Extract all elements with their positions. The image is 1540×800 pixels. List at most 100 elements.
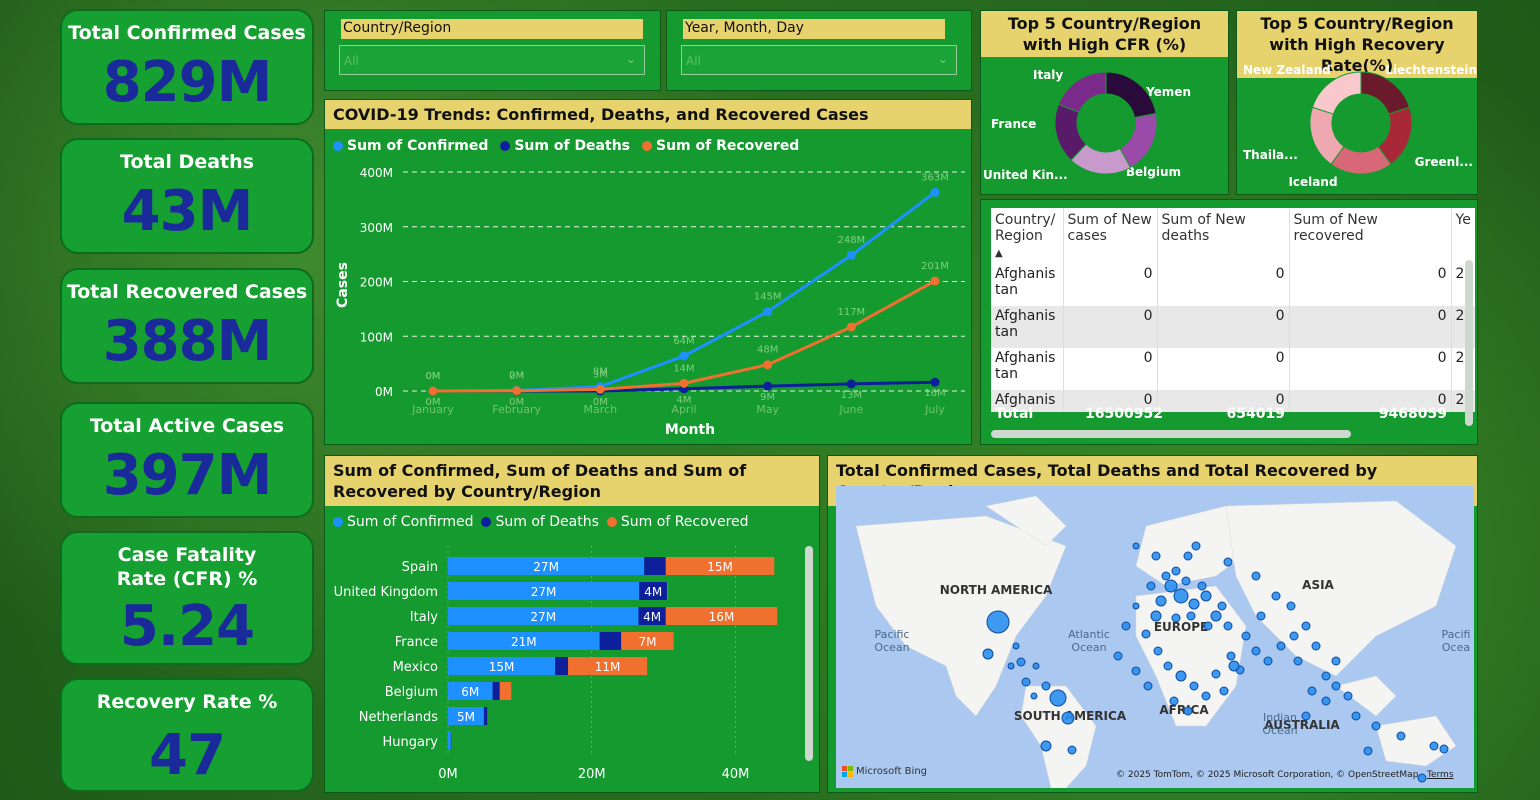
table-h-scrollbar[interactable]: [991, 430, 1351, 438]
kpi-label: Case Fatality Rate (CFR) %: [116, 544, 258, 590]
cell-new-recovered: 0: [1289, 306, 1452, 348]
map-bubble: [1141, 629, 1151, 639]
donut-recovery-svg[interactable]: Liechtenstein Greenl... Iceland Thaila... Ne…: [1237, 11, 1479, 196]
map-bubble: [1301, 711, 1311, 721]
data-label: 15M: [489, 660, 515, 674]
data-label: 0M: [426, 371, 441, 382]
data-point: [763, 307, 773, 317]
col-header-new-deaths[interactable]: Sum of New deaths: [1157, 208, 1290, 264]
data-label: 27M: [530, 610, 556, 624]
map-bubble: [1256, 611, 1266, 621]
cell-country: Afghanis tan: [991, 306, 1064, 348]
data-label: 14M: [673, 363, 694, 374]
x-tick-label: 0M: [438, 767, 458, 782]
data-point: [428, 386, 438, 396]
data-point: [679, 378, 689, 388]
cell-new-cases: 0: [1063, 264, 1158, 306]
table-v-scrollbar[interactable]: [1465, 260, 1473, 426]
map-bubble: [1226, 651, 1236, 661]
map-bubble: [1143, 681, 1153, 691]
map-bubble: [1163, 661, 1173, 671]
map-bubble: [1030, 692, 1038, 700]
kpi-value: 47: [149, 723, 226, 788]
col-header-year[interactable]: Ye: [1451, 208, 1475, 264]
data-table[interactable]: Country/ Region ▲ Sum of New cases Sum of…: [991, 208, 1475, 412]
bar-segment: [483, 707, 488, 725]
map-label: Ocean: [1071, 641, 1106, 654]
map-bubble: [1132, 602, 1140, 610]
total-new-recovered: 9468059: [1378, 406, 1447, 422]
cell-new-recovered: 0: [1289, 264, 1452, 306]
category-label: France: [395, 635, 438, 650]
bar-segment: [487, 707, 489, 725]
map-bubble: [1188, 598, 1200, 610]
terms-link[interactable]: Terms: [1427, 770, 1454, 780]
data-point: [512, 386, 522, 396]
col-header-country[interactable]: Country/ Region ▲: [991, 208, 1064, 264]
map-bubble: [1161, 571, 1171, 581]
data-label: 3M: [593, 369, 608, 380]
map-bubble: [1331, 681, 1341, 691]
map-bubble: [1223, 557, 1233, 567]
slice-label: France: [991, 117, 1036, 131]
bar-segment: [644, 557, 666, 575]
bar-scrollbar[interactable]: [805, 546, 813, 761]
x-tick-label: July: [924, 403, 945, 416]
donut-slice: [1057, 71, 1107, 113]
kpi-label: Total Recovered Cases: [66, 281, 308, 303]
data-label: 13M: [841, 390, 862, 401]
map-label: EUROPE: [1154, 620, 1208, 634]
map-bubble: [1171, 566, 1181, 576]
bar-chart-svg[interactable]: 0M 20M 40M Spain 27M 15M United Kingdom 27M 4M It…: [325, 456, 821, 794]
donut-cfr-svg[interactable]: Yemen Belgium United Kin... France Italy: [981, 11, 1230, 196]
map-bubble: [1228, 660, 1240, 672]
cell-country: Afghanis tan: [991, 264, 1064, 306]
data-point: [846, 322, 856, 332]
kpi-total-deaths: Total Deaths 43M: [60, 138, 314, 254]
total-new-deaths: 654019: [1226, 406, 1285, 422]
cell-new-deaths: 0: [1157, 348, 1290, 390]
data-label: 0M: [426, 397, 441, 408]
map-bubble: [1151, 551, 1161, 561]
data-label: 0M: [593, 397, 608, 408]
x-axis-title: Month: [665, 422, 715, 438]
data-label: 5M: [457, 710, 475, 724]
table-row[interactable]: Afghanis tan 0 0 0 2: [991, 306, 1475, 348]
cell-new-recovered: 0: [1289, 348, 1452, 390]
line-chart-svg[interactable]: 0M100M200M300M400MJanuary February March Ap…: [325, 100, 973, 446]
x-tick-label: May: [756, 403, 779, 416]
kpi-total-confirmed: Total Confirmed Cases 829M: [60, 9, 314, 125]
world-map[interactable]: NORTH AMERICAEUROPEASIAAFRICASOUTH AMERI…: [836, 486, 1474, 788]
data-label: 9M: [760, 392, 775, 403]
table-row[interactable]: Afghanis tan 0 0 0 2: [991, 264, 1475, 306]
map-label: Ocean: [1262, 724, 1297, 737]
country-dropdown[interactable]: All ⌄: [339, 45, 645, 75]
kpi-value: 5.24: [119, 594, 255, 659]
col-header-new-recovered[interactable]: Sum of New recovered: [1289, 208, 1452, 264]
slice-label: Liechtenstein: [1385, 63, 1477, 77]
col-header-new-cases[interactable]: Sum of New cases: [1063, 208, 1158, 264]
kpi-label: Total Active Cases: [89, 415, 285, 437]
map-svg[interactable]: NORTH AMERICAEUROPEASIAAFRICASOUTH AMERI…: [836, 486, 1474, 788]
map-bubble: [1171, 613, 1181, 623]
data-point: [679, 351, 689, 361]
kpi-value: 388M: [102, 309, 273, 374]
date-dropdown[interactable]: All ⌄: [681, 45, 957, 75]
map-bubble: [1251, 646, 1261, 656]
slice-label: Italy: [1033, 68, 1063, 82]
map-bubble: [1021, 677, 1031, 687]
data-point: [763, 381, 773, 391]
x-tick-label: 20M: [578, 767, 606, 782]
map-bubble: [1175, 670, 1187, 682]
y-tick-label: 300M: [360, 221, 393, 235]
donut-cfr-panel: Top 5 Country/Region with High CFR (%) Y…: [980, 10, 1229, 195]
table-row[interactable]: Afghanis tan 0 0 0 2: [991, 348, 1475, 390]
slicer-country: Country/Region All ⌄: [324, 10, 661, 91]
microsoft-logo-icon: [842, 766, 853, 777]
cell-new-cases: 0: [1063, 306, 1158, 348]
category-label: United Kingdom: [334, 585, 438, 600]
map-bubble: [982, 648, 994, 660]
map-bubble: [1061, 711, 1075, 725]
slicer-date: Year, Month, Day All ⌄: [666, 10, 972, 91]
slicer-label: Country/Region: [341, 19, 643, 39]
